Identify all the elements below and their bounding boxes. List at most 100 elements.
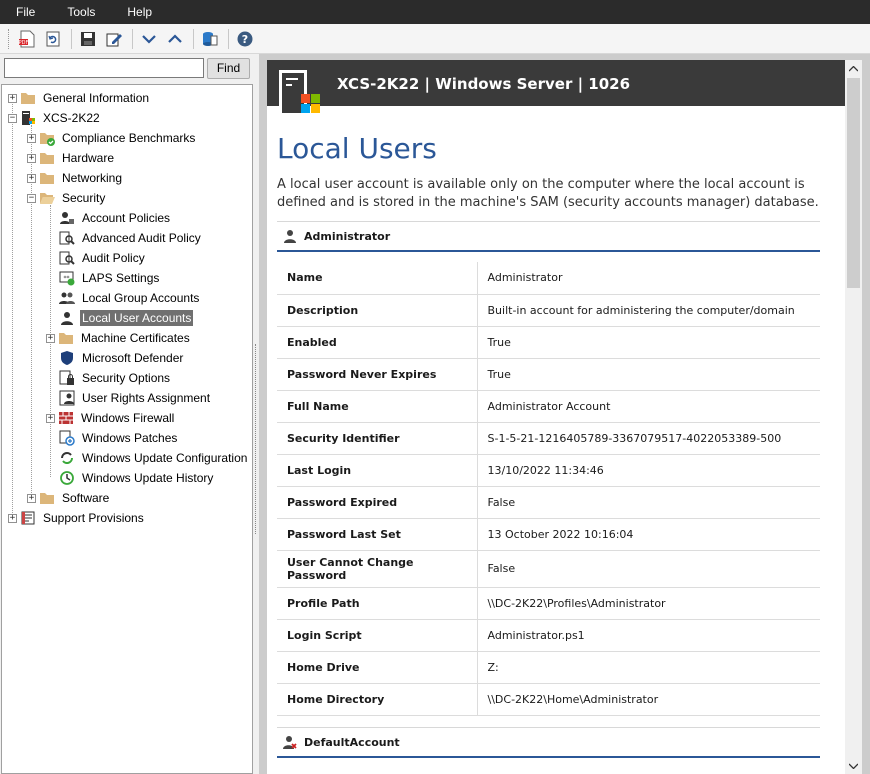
navigation-panel: Find + General Information − XCS-2K22 + …	[0, 54, 255, 774]
folder-icon	[39, 170, 55, 186]
table-row: Password Never Expires True	[277, 358, 820, 391]
help-icon[interactable]: ?	[235, 29, 255, 49]
support-doc-icon	[20, 510, 36, 526]
tree-item-user-rights-assignment[interactable]: User Rights Assignment	[59, 389, 212, 407]
property-name: Name	[277, 262, 478, 295]
property-name: Password Last Set	[277, 518, 478, 551]
shield-icon	[59, 350, 75, 366]
folder-icon	[20, 90, 36, 106]
section-header-defaultaccount: DefaultAccount	[277, 728, 820, 758]
tree-item-account-policies[interactable]: Account Policies	[59, 209, 172, 227]
table-row: Full Name Administrator Account	[277, 390, 820, 423]
tree-item-windows-update-configuration[interactable]: Windows Update Configuration	[59, 449, 249, 467]
property-name: Password Never Expires	[277, 358, 478, 391]
group-icon	[59, 290, 75, 306]
tree-item-server[interactable]: − XCS-2K22	[8, 109, 102, 127]
property-name: Security Identifier	[277, 422, 478, 455]
property-value: \\DC-2K22\Profiles\Administrator	[477, 587, 820, 620]
tree-item-local-user-accounts[interactable]: Local User Accounts	[59, 309, 194, 327]
patch-icon	[59, 430, 75, 446]
property-name: Last Login	[277, 454, 478, 487]
property-name: Home Drive	[277, 651, 478, 684]
tree-item-microsoft-defender[interactable]: Microsoft Defender	[59, 349, 185, 367]
tree-item-local-group-accounts[interactable]: Local Group Accounts	[59, 289, 201, 307]
toolbar-separator	[71, 28, 72, 49]
expand-toggle[interactable]: +	[27, 153, 36, 163]
tree-item-security-options[interactable]: Security Options	[59, 369, 172, 387]
save-icon[interactable]	[78, 29, 98, 49]
scroll-down-icon[interactable]	[845, 757, 862, 774]
history-icon	[59, 470, 75, 486]
edit-icon[interactable]	[104, 29, 124, 49]
table-row: Description Built-in account for administ…	[277, 294, 820, 327]
tree-item-windows-patches[interactable]: Windows Patches	[59, 429, 179, 447]
tree-view[interactable]: + General Information − XCS-2K22 + Compl…	[1, 84, 253, 774]
tree-item-audit-policy[interactable]: Audit Policy	[59, 249, 147, 267]
user-rights-icon	[59, 390, 75, 406]
tree-item-hardware[interactable]: + Hardware	[27, 149, 116, 167]
toolbar-separator	[132, 28, 133, 49]
property-name: Home Directory	[277, 683, 478, 716]
menu-tools[interactable]: Tools	[51, 5, 111, 19]
property-name: Password Expired	[277, 486, 478, 519]
pdf-export-icon[interactable]: PDF	[17, 29, 37, 49]
windows-server-icon	[279, 70, 323, 120]
refresh-icon[interactable]	[43, 29, 63, 49]
page-title: Local Users	[277, 132, 437, 165]
tree-item-software[interactable]: + Software	[27, 489, 111, 507]
firewall-icon	[58, 410, 74, 426]
property-value: 13 October 2022 10:16:04	[477, 518, 820, 551]
find-button[interactable]: Find	[207, 58, 250, 79]
tree-item-networking[interactable]: + Networking	[27, 169, 124, 187]
svg-text:?: ?	[242, 33, 248, 46]
tree-item-security[interactable]: − Security	[27, 189, 107, 207]
menu-help[interactable]: Help	[111, 5, 168, 19]
expand-toggle[interactable]: +	[8, 513, 17, 523]
property-value: False	[477, 550, 820, 588]
collapse-toggle[interactable]: −	[8, 113, 17, 123]
property-value: False	[477, 486, 820, 519]
scroll-up-icon[interactable]	[845, 60, 862, 77]
tree-item-compliance-benchmarks[interactable]: + Compliance Benchmarks	[27, 129, 197, 147]
table-row: Last Login 13/10/2022 11:34:46	[277, 454, 820, 487]
property-value: \\DC-2K22\Home\Administrator	[477, 683, 820, 716]
toolbar: PDF ?	[0, 24, 870, 54]
tree-item-machine-certificates[interactable]: + Machine Certificates	[46, 329, 192, 347]
expand-toggle[interactable]: +	[46, 413, 55, 423]
search-input[interactable]	[4, 58, 204, 78]
table-row: Home Directory \\DC-2K22\Home\Administrat…	[277, 683, 820, 716]
table-row: Name Administrator	[277, 262, 820, 295]
server-icon	[20, 110, 36, 126]
tree-item-windows-firewall[interactable]: + Windows Firewall	[46, 409, 176, 427]
property-name: User Cannot Change Password	[277, 550, 478, 588]
property-value: True	[477, 358, 820, 391]
property-value: True	[477, 326, 820, 359]
section-title: DefaultAccount	[304, 735, 400, 749]
collapse-down-icon[interactable]	[139, 29, 159, 49]
menu-file[interactable]: File	[0, 5, 51, 19]
tree-item-support-provisions[interactable]: + Support Provisions	[8, 509, 146, 527]
expand-toggle[interactable]: +	[27, 493, 36, 503]
tree-item-advanced-audit-policy[interactable]: Advanced Audit Policy	[59, 229, 203, 247]
collapse-toggle[interactable]: −	[27, 193, 36, 203]
expand-up-icon[interactable]	[165, 29, 185, 49]
expand-toggle[interactable]: +	[46, 333, 55, 343]
tree-item-laps-settings[interactable]: ** LAPS Settings	[59, 269, 161, 287]
menu-bar: File Tools Help	[0, 0, 870, 24]
svg-text:PDF: PDF	[19, 40, 29, 46]
scrollbar-thumb[interactable]	[847, 78, 860, 288]
update-config-icon	[59, 450, 75, 466]
property-value: Administrator.ps1	[477, 619, 820, 652]
toolbar-grip[interactable]	[8, 28, 11, 49]
expand-toggle[interactable]: +	[27, 133, 36, 143]
tree-item-windows-update-history[interactable]: Windows Update History	[59, 469, 215, 487]
expand-toggle[interactable]: +	[27, 173, 36, 183]
database-icon[interactable]	[200, 29, 220, 49]
expand-toggle[interactable]: +	[8, 93, 17, 103]
tree-item-general-information[interactable]: + General Information	[8, 89, 151, 107]
property-name: Description	[277, 294, 478, 327]
vertical-scrollbar[interactable]	[845, 60, 862, 774]
folder-icon	[58, 330, 74, 346]
report-header: XCS-2K22 | Windows Server | 1026	[267, 60, 845, 106]
table-row: Login Script Administrator.ps1	[277, 619, 820, 652]
